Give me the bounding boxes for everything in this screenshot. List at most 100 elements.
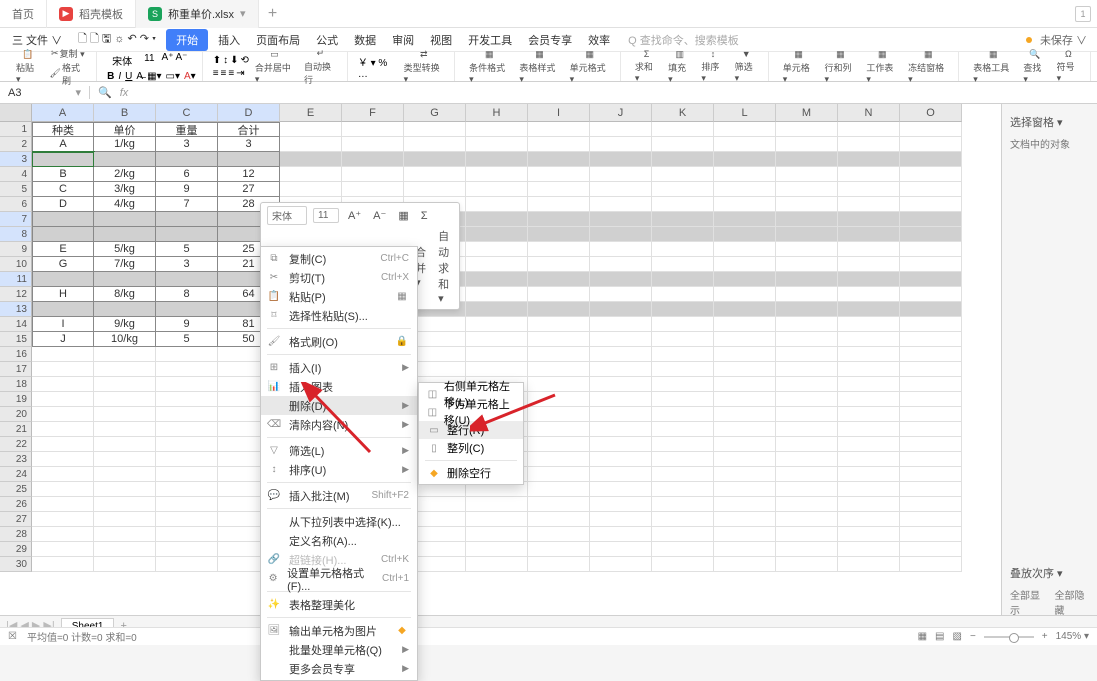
cell-K12[interactable]: [652, 287, 714, 302]
cell-O13[interactable]: [900, 302, 962, 317]
cell-C7[interactable]: [156, 212, 218, 227]
cell-F5[interactable]: [342, 182, 404, 197]
cell-K15[interactable]: [652, 332, 714, 347]
cell-B30[interactable]: [94, 557, 156, 572]
cell-H10[interactable]: [466, 257, 528, 272]
cell-K16[interactable]: [652, 347, 714, 362]
fill-color[interactable]: ▭▾: [166, 71, 180, 82]
cell-L23[interactable]: [714, 452, 776, 467]
cell-K24[interactable]: [652, 467, 714, 482]
merge-button[interactable]: ▭合并居中 ▾: [251, 52, 298, 81]
cell-L11[interactable]: [714, 272, 776, 287]
cell-B17[interactable]: [94, 362, 156, 377]
cell-M20[interactable]: [776, 407, 838, 422]
cell-O11[interactable]: [900, 272, 962, 287]
cell-J14[interactable]: [590, 317, 652, 332]
cell-A30[interactable]: [32, 557, 94, 572]
cell-L13[interactable]: [714, 302, 776, 317]
cell-M27[interactable]: [776, 512, 838, 527]
view-page-icon[interactable]: ▤: [935, 631, 944, 642]
cell-D1[interactable]: 合计: [218, 122, 280, 137]
cell-K13[interactable]: [652, 302, 714, 317]
cell-N7[interactable]: [838, 212, 900, 227]
window-mode-icon[interactable]: 1: [1075, 6, 1091, 22]
cell-A19[interactable]: [32, 392, 94, 407]
cell-B29[interactable]: [94, 542, 156, 557]
row-header-20[interactable]: 20: [0, 407, 32, 422]
cell-F1[interactable]: [342, 122, 404, 137]
col-header-N[interactable]: N: [838, 104, 900, 122]
cell-I13[interactable]: [528, 302, 590, 317]
paste-extra-icon[interactable]: ▦: [395, 291, 409, 302]
cell-O18[interactable]: [900, 377, 962, 392]
cell-O26[interactable]: [900, 497, 962, 512]
cell-L16[interactable]: [714, 347, 776, 362]
ctx-more[interactable]: 更多会员专享▶: [261, 659, 417, 678]
cell-M16[interactable]: [776, 347, 838, 362]
cell-L28[interactable]: [714, 527, 776, 542]
cell-J5[interactable]: [590, 182, 652, 197]
align-bot[interactable]: ⬇: [230, 55, 238, 66]
tab-template[interactable]: ▶ 稻壳模板: [47, 0, 136, 28]
row-header-3[interactable]: 3: [0, 152, 32, 167]
cell-J1[interactable]: [590, 122, 652, 137]
row-header-25[interactable]: 25: [0, 482, 32, 497]
cell-B24[interactable]: [94, 467, 156, 482]
ctx-paste[interactable]: 📋粘贴(P)▦: [261, 287, 417, 306]
align-mid[interactable]: ↕: [223, 55, 228, 66]
cell-A2[interactable]: A: [32, 137, 94, 152]
mini-grow[interactable]: A⁺: [345, 208, 364, 223]
cell-N30[interactable]: [838, 557, 900, 572]
cell-I9[interactable]: [528, 242, 590, 257]
cell-A27[interactable]: [32, 512, 94, 527]
cell-H12[interactable]: [466, 287, 528, 302]
cell-B16[interactable]: [94, 347, 156, 362]
cell-G3[interactable]: [404, 152, 466, 167]
cell-N1[interactable]: [838, 122, 900, 137]
cell-L10[interactable]: [714, 257, 776, 272]
fill[interactable]: ▥填充 ▾: [664, 52, 695, 81]
row-header-5[interactable]: 5: [0, 182, 32, 197]
cell-A26[interactable]: [32, 497, 94, 512]
cell-A9[interactable]: E: [32, 242, 94, 257]
cell-J2[interactable]: [590, 137, 652, 152]
cell-H3[interactable]: [466, 152, 528, 167]
cell-J24[interactable]: [590, 467, 652, 482]
cell-J11[interactable]: [590, 272, 652, 287]
cell-N4[interactable]: [838, 167, 900, 182]
fx-search-icon[interactable]: 🔍: [98, 86, 112, 99]
cell-A13[interactable]: [32, 302, 94, 317]
cell-J28[interactable]: [590, 527, 652, 542]
cell-C29[interactable]: [156, 542, 218, 557]
row-header-10[interactable]: 10: [0, 257, 32, 272]
cell-L1[interactable]: [714, 122, 776, 137]
rp-showall[interactable]: 全部显示: [1008, 585, 1047, 619]
col-header-A[interactable]: A: [32, 104, 94, 122]
col-header-J[interactable]: J: [590, 104, 652, 122]
cell-K17[interactable]: [652, 362, 714, 377]
cell-M22[interactable]: [776, 437, 838, 452]
mini-size[interactable]: 11: [313, 208, 339, 223]
cell-N20[interactable]: [838, 407, 900, 422]
cell-ops[interactable]: ▦单元格 ▾: [779, 52, 819, 81]
menu-search[interactable]: Q 查找命令、搜索模板: [628, 32, 739, 48]
cell-N3[interactable]: [838, 152, 900, 167]
cell-M9[interactable]: [776, 242, 838, 257]
cell-N21[interactable]: [838, 422, 900, 437]
row-header-2[interactable]: 2: [0, 137, 32, 152]
cell-H7[interactable]: [466, 212, 528, 227]
fx-label[interactable]: fx: [120, 87, 129, 99]
rp-select[interactable]: 选择窗格 ▾: [1008, 110, 1091, 134]
cell-A23[interactable]: [32, 452, 94, 467]
cell-M5[interactable]: [776, 182, 838, 197]
cell-M11[interactable]: [776, 272, 838, 287]
cell-M8[interactable]: [776, 227, 838, 242]
cell-B11[interactable]: [94, 272, 156, 287]
rowcol[interactable]: ▦行和列 ▾: [821, 52, 861, 81]
cell-K2[interactable]: [652, 137, 714, 152]
cell-E2[interactable]: [280, 137, 342, 152]
filter[interactable]: ▼筛选 ▾: [731, 52, 762, 81]
row-header-9[interactable]: 9: [0, 242, 32, 257]
cell-C13[interactable]: [156, 302, 218, 317]
cell-I10[interactable]: [528, 257, 590, 272]
